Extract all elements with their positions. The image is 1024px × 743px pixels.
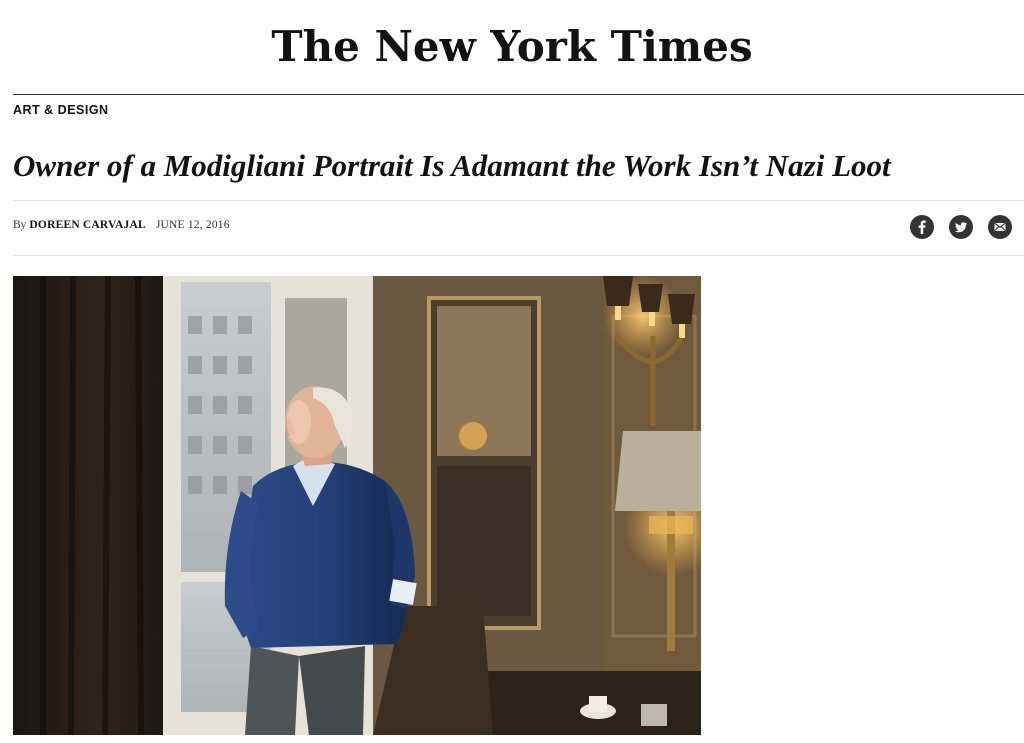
facebook-icon	[918, 220, 926, 234]
email-icon	[994, 222, 1006, 232]
twitter-icon	[955, 222, 967, 233]
publish-date: JUNE 12, 2016	[155, 219, 230, 231]
email-share-button[interactable]	[988, 215, 1012, 239]
article-headline: Owner of a Modigliani Portrait Is Adaman…	[13, 148, 891, 183]
nyt-logo[interactable]: The New York Times	[0, 22, 1024, 72]
twitter-share-button[interactable]	[949, 215, 973, 239]
facebook-share-button[interactable]	[910, 215, 934, 239]
byline: By DOREEN CARVAJAL JUNE 12, 2016	[13, 219, 230, 231]
masthead-divider	[13, 94, 1024, 95]
section-label[interactable]: ART & DESIGN	[13, 103, 109, 117]
author-name[interactable]: DOREEN CARVAJAL	[29, 219, 145, 231]
headline-divider	[13, 200, 1024, 201]
byline-divider	[13, 255, 1024, 256]
masthead: The New York Times	[0, 0, 1024, 95]
man-standing-by-window-photo	[13, 276, 701, 735]
lead-photo[interactable]	[13, 276, 701, 735]
share-tools	[910, 215, 1012, 239]
byline-prefix: By	[13, 219, 27, 231]
